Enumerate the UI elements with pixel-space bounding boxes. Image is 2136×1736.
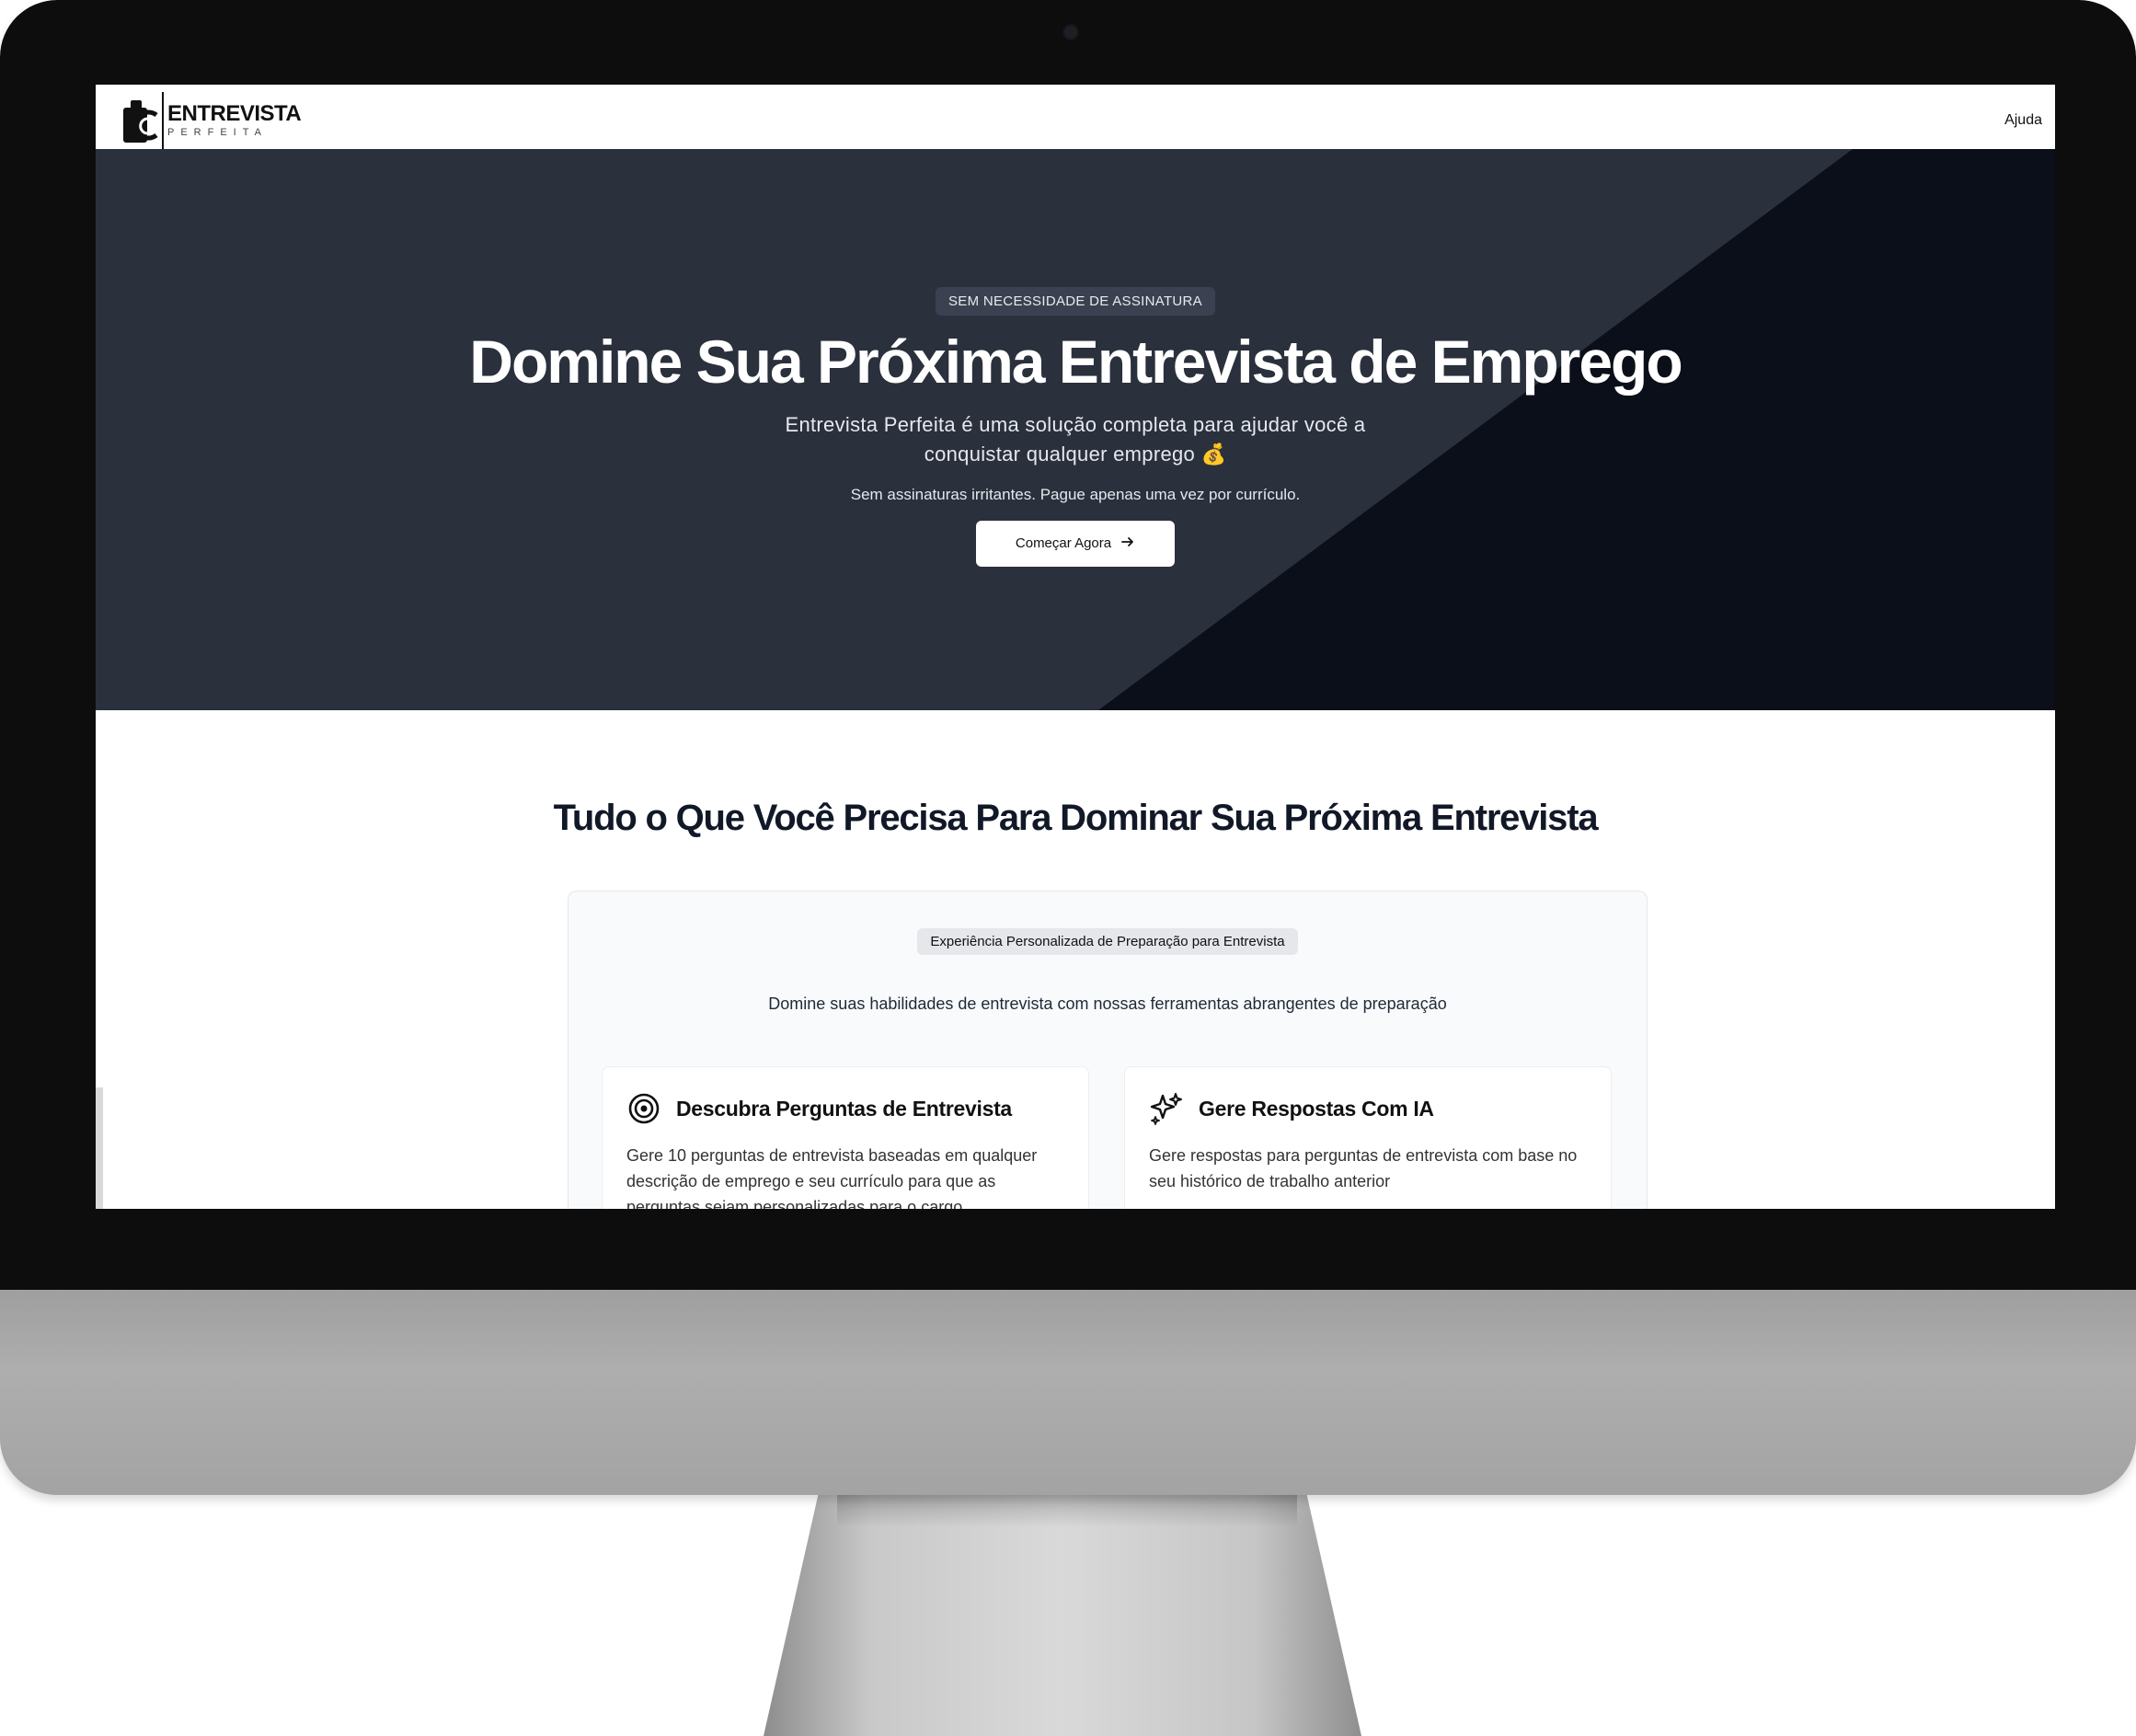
- feature-card-questions[interactable]: Descubra Perguntas de Entrevista Gere 10…: [602, 1066, 1089, 1209]
- mockup-stage: ENTREVISTA PERFEITA Ajuda SEM NECESSIDAD…: [0, 0, 2136, 1736]
- screen-edge-reflection: [96, 1087, 103, 1209]
- logo-text: ENTREVISTA PERFEITA: [167, 101, 302, 138]
- card-head: Descubra Perguntas de Entrevista: [626, 1091, 1064, 1126]
- logo[interactable]: ENTREVISTA PERFEITA: [121, 92, 302, 149]
- card-title: Gere Respostas Com IA: [1199, 1096, 1434, 1121]
- hero-content: SEM NECESSIDADE DE ASSINATURA Domine Sua…: [96, 149, 2055, 710]
- help-link[interactable]: Ajuda: [2004, 112, 2042, 129]
- panel-badge-wrap: Experiência Personalizada de Preparação …: [568, 928, 1647, 955]
- start-now-button[interactable]: Começar Agora: [976, 520, 1175, 567]
- monitor: ENTREVISTA PERFEITA Ajuda SEM NECESSIDAD…: [0, 0, 2136, 1495]
- card-title: Descubra Perguntas de Entrevista: [676, 1096, 1012, 1121]
- features-title: Tudo o Que Você Precisa Para Dominar Sua…: [553, 798, 1599, 838]
- card-text: Gere respostas para perguntas de entrevi…: [1149, 1146, 1578, 1190]
- hero-note: Sem assinaturas irritantes. Pague apenas…: [850, 485, 1301, 503]
- start-now-label: Começar Agora: [1015, 535, 1112, 552]
- target-icon: [626, 1091, 661, 1126]
- card-head: Gere Respostas Com IA: [1149, 1091, 1587, 1126]
- camera-icon: [1064, 26, 1077, 39]
- monitor-chin: [0, 1290, 2136, 1495]
- logo-icon: [121, 95, 160, 146]
- logo-wordmark: ENTREVISTA: [167, 101, 302, 126]
- features-panel: Experiência Personalizada de Preparação …: [568, 891, 1648, 1209]
- logo-subtitle: PERFEITA: [167, 127, 268, 138]
- screen: ENTREVISTA PERFEITA Ajuda SEM NECESSIDAD…: [96, 85, 2055, 1209]
- sparkles-icon: [1149, 1091, 1184, 1126]
- panel-badge: Experiência Personalizada de Preparação …: [917, 928, 1298, 955]
- hero-section: SEM NECESSIDADE DE ASSINATURA Domine Sua…: [96, 149, 2055, 710]
- panel-description: Domine suas habilidades de entrevista co…: [768, 994, 1447, 1013]
- feature-card-answers[interactable]: Gere Respostas Com IA Gere respostas par…: [1124, 1066, 1612, 1209]
- arrow-right-icon: [1120, 535, 1135, 553]
- hero-subtitle: Entrevista Perfeita é uma solução comple…: [785, 412, 1366, 466]
- hero-badge: SEM NECESSIDADE DE ASSINATURA: [936, 287, 1215, 316]
- hero-title: Domine Sua Próxima Entrevista de Emprego: [469, 328, 1682, 396]
- card-text: Gere 10 perguntas de entrevista baseadas…: [626, 1146, 1038, 1209]
- site-header: ENTREVISTA PERFEITA Ajuda: [96, 85, 2055, 156]
- logo-divider: [162, 92, 164, 149]
